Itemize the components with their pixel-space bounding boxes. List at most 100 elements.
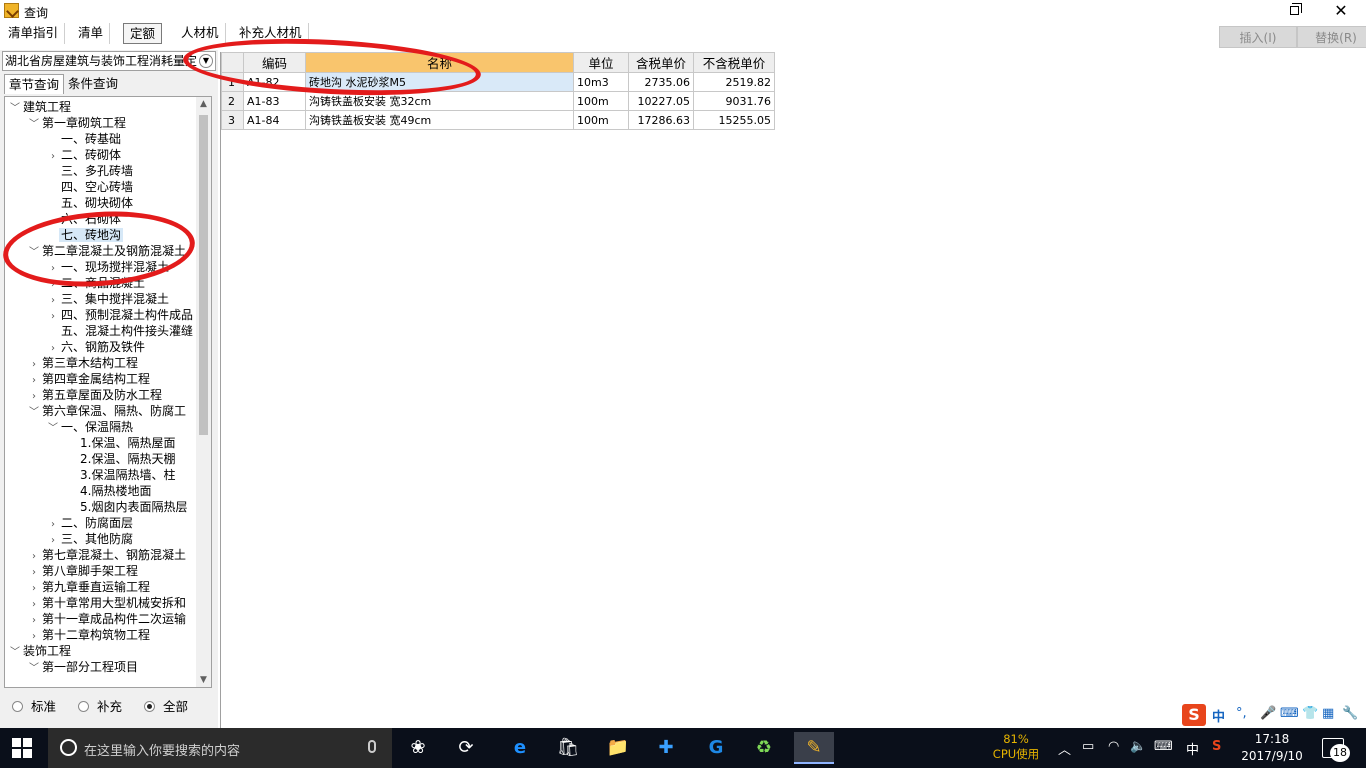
scroll-down-icon[interactable]: ▼ — [196, 673, 211, 687]
radio-all[interactable]: 全部 — [144, 696, 188, 715]
cell-tax-price[interactable]: 2735.06 — [628, 72, 694, 92]
restore-button[interactable] — [1272, 0, 1318, 22]
chevron-down-icon[interactable]: ﹀ — [9, 645, 21, 661]
row-number[interactable]: 2 — [221, 91, 244, 111]
volume-icon[interactable]: 🔈 — [1130, 739, 1146, 754]
cell-notax-price[interactable]: 15255.05 — [693, 110, 775, 130]
tree-item[interactable]: › 第五章屋面及防水工程 — [28, 387, 164, 403]
radio-supplement[interactable]: 补充 — [78, 696, 122, 715]
tree-item[interactable]: › 第八章脚手架工程 — [28, 563, 140, 579]
radio-standard[interactable]: 标准 — [12, 696, 56, 715]
tree-item[interactable]: 4.隔热楼地面 — [66, 483, 153, 499]
app-plus-icon[interactable]: ✚ — [646, 732, 686, 764]
tab-list[interactable]: 清单 — [72, 23, 111, 44]
tree-item[interactable]: 1.保温、隔热屋面 — [66, 435, 177, 451]
tree-item[interactable]: 五、混凝土构件接头灌缝 — [47, 323, 195, 339]
g-app-icon[interactable]: G — [696, 732, 736, 764]
tree-item[interactable]: › 三、集中搅拌混凝土 — [47, 291, 171, 307]
tree-item[interactable]: › 第四章金属结构工程 — [28, 371, 152, 387]
microphone-icon[interactable]: 🎤 — [1260, 706, 1276, 721]
cell-code[interactable]: A1-83 — [243, 91, 306, 111]
tree-item[interactable]: 5.烟囱内表面隔热层 — [66, 499, 189, 515]
tree-item[interactable]: 七、砖地沟 — [47, 227, 124, 243]
tab-chapter-query[interactable]: 章节查询 — [4, 74, 65, 94]
tree-item[interactable]: › 三、其他防腐 — [47, 531, 135, 547]
task-view-icon[interactable]: ❀ — [398, 732, 438, 764]
tree-item[interactable]: ﹀ 第一章砌筑工程 — [28, 115, 128, 131]
wifi-icon[interactable]: ◠ — [1108, 739, 1119, 754]
cell-code[interactable]: A1-84 — [243, 110, 306, 130]
tree-item[interactable]: › 第十二章构筑物工程 — [28, 627, 152, 643]
chevron-down-icon[interactable]: ﹀ — [28, 661, 40, 677]
wrench-icon[interactable]: 🔧 — [1342, 706, 1358, 721]
tree-item[interactable]: ﹀ 第六章保温、隔热、防腐工 — [28, 403, 188, 419]
tree-item[interactable]: 四、空心砖墙 — [47, 179, 135, 195]
chevron-down-icon[interactable]: ﹀ — [28, 405, 40, 421]
tree-item[interactable]: ﹀ 第二章混凝土及钢筋混凝土 — [28, 243, 188, 259]
scroll-thumb[interactable] — [199, 115, 208, 435]
tree-item[interactable]: › 第十章常用大型机械安拆和 — [28, 595, 188, 611]
tree-item[interactable]: › 四、预制混凝土构件成品 — [47, 307, 195, 323]
chevron-down-icon[interactable]: ﹀ — [47, 421, 59, 437]
cell-name[interactable]: 沟铸铁盖板安装 宽32cm — [305, 91, 574, 111]
tree-item[interactable]: 六、石砌体 — [47, 211, 123, 227]
store-icon[interactable]: 🛍 — [548, 732, 588, 764]
cell-name[interactable]: 砖地沟 水泥砂浆M5 — [305, 72, 574, 92]
table-row[interactable]: 1 A1-82 砖地沟 水泥砂浆M5 10m3 2735.06 2519.82 — [221, 72, 775, 92]
tab-condition-query[interactable]: 条件查询 — [64, 74, 122, 94]
tree-item[interactable]: › 第七章混凝土、钢筋混凝土 — [28, 547, 188, 563]
cell-unit[interactable]: 100m — [573, 91, 629, 111]
row-number[interactable]: 3 — [221, 110, 244, 130]
header-code[interactable]: 编码 — [243, 52, 306, 73]
table-row[interactable]: 3 A1-84 沟铸铁盖板安装 宽49cm 100m 17286.63 15255.05 — [221, 110, 775, 130]
tree-item[interactable]: › 第九章垂直运输工程 — [28, 579, 152, 595]
touch-keyboard-icon[interactable]: ⌨ — [1154, 739, 1173, 754]
cell-name[interactable]: 沟铸铁盖板安装 宽49cm — [305, 110, 574, 130]
tree-item[interactable]: 一、砖基础 — [47, 131, 123, 147]
cell-tax-price[interactable]: 17286.63 — [628, 110, 694, 130]
tree-item[interactable]: 3.保温隔热墙、柱 — [66, 467, 177, 483]
tree-item[interactable]: › 二、砖砌体 — [47, 147, 123, 163]
header-tax-price[interactable]: 含税单价 — [628, 52, 694, 73]
edge-icon[interactable]: e — [500, 732, 540, 764]
keyboard-icon[interactable]: ⌨ — [1280, 706, 1299, 721]
tree-item[interactable]: › 二、商品混凝土 — [47, 275, 147, 291]
tree-scrollbar[interactable]: ▲ ▼ — [196, 97, 211, 687]
skin-icon[interactable]: 👕 — [1302, 706, 1318, 721]
tools-grid-icon[interactable]: ▦ — [1322, 706, 1334, 721]
chevron-down-icon[interactable]: ﹀ — [28, 117, 40, 133]
tree-item[interactable]: 2.保温、隔热天棚 — [66, 451, 177, 467]
header-notax-price[interactable]: 不含税单价 — [693, 52, 775, 73]
tree-item[interactable]: 五、砌块砌体 — [47, 195, 135, 211]
tab-supplement-lmm[interactable]: 补充人材机 — [233, 23, 309, 44]
header-name[interactable]: 名称 — [305, 52, 574, 73]
punctuation-icon[interactable]: °, — [1236, 706, 1247, 721]
table-row[interactable]: 2 A1-83 沟铸铁盖板安装 宽32cm 100m 10227.05 9031.76 — [221, 91, 775, 111]
chevron-down-icon[interactable]: ﹀ — [28, 245, 40, 261]
browser-swirl-icon[interactable]: ⟳ — [446, 732, 486, 764]
cell-notax-price[interactable]: 2519.82 — [693, 72, 775, 92]
close-button[interactable]: ✕ — [1318, 0, 1364, 22]
library-select[interactable]: 湖北省房屋建筑与装饰工程消耗量定 ▼ — [2, 51, 216, 71]
tree-item[interactable]: › 二、防腐面层 — [47, 515, 135, 531]
row-number[interactable]: 1 — [221, 72, 244, 92]
tray-expand-icon[interactable]: ︿ — [1058, 739, 1071, 758]
tab-list-guide[interactable]: 清单指引 — [2, 23, 66, 44]
cell-tax-price[interactable]: 10227.05 — [628, 91, 694, 111]
battery-icon[interactable]: ▭ — [1082, 739, 1094, 754]
tree-item[interactable]: ﹀ 一、保温隔热 — [47, 419, 135, 435]
tab-quota[interactable]: 定额 — [123, 23, 163, 44]
tree-item[interactable]: › 一、现场搅拌混凝土 — [47, 259, 171, 275]
microphone-icon[interactable] — [368, 740, 376, 753]
chevron-down-icon[interactable]: ﹀ — [9, 101, 21, 117]
cell-code[interactable]: A1-82 — [243, 72, 306, 92]
tree-item[interactable]: › 六、钢筋及铁件 — [47, 339, 147, 355]
tree-item[interactable]: › 第十一章成品构件二次运输 — [28, 611, 188, 627]
taskbar-search[interactable]: 在这里输入你要搜索的内容 — [48, 728, 392, 768]
sogou-tray-icon[interactable]: S — [1212, 739, 1221, 754]
tab-labor-material-machine[interactable]: 人材机 — [175, 23, 226, 44]
tree-item[interactable]: ﹀ 装饰工程 — [9, 643, 73, 659]
replace-button[interactable]: 替换(R) — [1297, 26, 1366, 48]
green-refresh-icon[interactable]: ♻ — [744, 732, 784, 764]
tree-item[interactable]: ﹀ 第一部分工程项目 — [28, 659, 140, 675]
